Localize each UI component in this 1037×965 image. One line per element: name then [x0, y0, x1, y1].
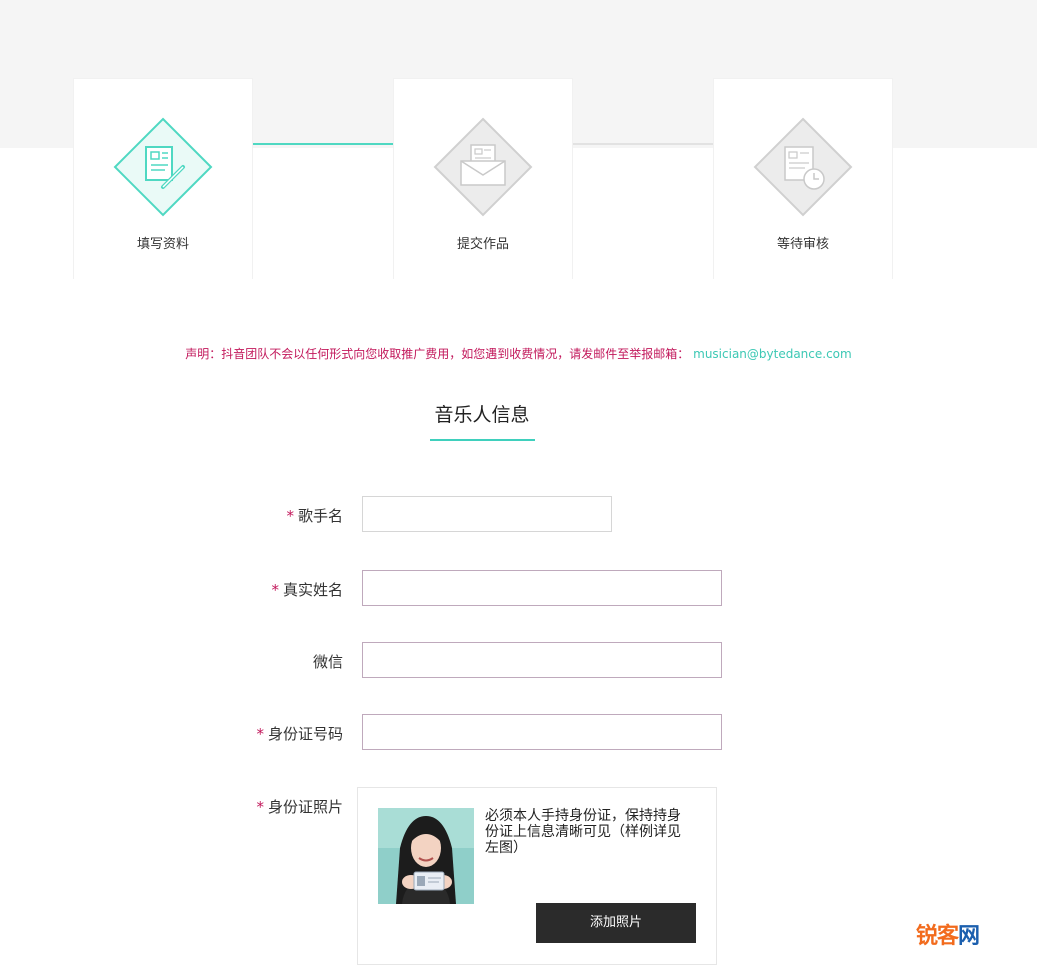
singer-name-input[interactable]: [362, 496, 612, 532]
step-label: 提交作品: [456, 237, 509, 252]
singer-name-label: * 歌手名: [153, 505, 343, 526]
form-pen-icon: [113, 117, 213, 217]
wechat-input[interactable]: [362, 642, 722, 678]
step-label: 等待审核: [776, 237, 829, 252]
document-clock-icon: [753, 117, 853, 217]
watermark-part-2: 网: [958, 924, 980, 949]
step-fill-info: 填写资料: [73, 78, 253, 279]
real-name-input[interactable]: [362, 570, 722, 606]
real-name-label: * 真实姓名: [153, 579, 343, 600]
id-number-input[interactable]: [362, 714, 722, 750]
id-number-label: * 身份证号码: [153, 723, 343, 744]
step-label: 填写资料: [136, 237, 189, 252]
upload-hint: 必须本人手持身份证，保持持身份证上信息清晰可见（样例详见左图）: [485, 808, 681, 856]
required-mark: *: [256, 725, 264, 743]
disclaimer-text: 声明：抖音团队不会以任何形式向您收取推广费用，如您遇到收费情况，请发邮件至举报邮…: [185, 347, 690, 361]
step-submit-work: 提交作品: [393, 78, 573, 279]
envelope-icon: [433, 117, 533, 217]
id-photo-upload-area: 必须本人手持身份证，保持持身份证上信息清晰可见（样例详见左图） 添加照片: [357, 787, 717, 965]
disclaimer-notice: 声明：抖音团队不会以任何形式向您收取推广费用，如您遇到收费情况，请发邮件至举报邮…: [0, 345, 1037, 362]
wechat-label: 微信: [153, 651, 343, 672]
add-photo-button[interactable]: 添加照片: [536, 903, 696, 943]
id-photo-label: * 身份证照片: [153, 796, 343, 817]
required-mark: *: [271, 581, 279, 599]
section-title-underline: [430, 439, 535, 441]
step-wait-review: 等待审核: [713, 78, 893, 279]
id-number-label-text: 身份证号码: [267, 725, 343, 743]
singer-name-label-text: 歌手名: [297, 507, 343, 525]
section-title: 音乐人信息: [434, 404, 530, 426]
required-mark: *: [286, 507, 294, 525]
sample-id-photo: [378, 808, 474, 904]
report-email-link[interactable]: musician@bytedance.com: [693, 347, 852, 361]
wechat-label-text: 微信: [312, 653, 343, 671]
watermark-part-1: 锐客: [916, 924, 959, 949]
step-connector-2: [573, 143, 713, 145]
required-mark: *: [256, 798, 264, 816]
id-photo-label-text: 身份证照片: [267, 798, 343, 816]
step-connector-1: [253, 143, 393, 145]
watermark-logo: 锐客网: [916, 918, 980, 950]
real-name-label-text: 真实姓名: [282, 581, 343, 599]
